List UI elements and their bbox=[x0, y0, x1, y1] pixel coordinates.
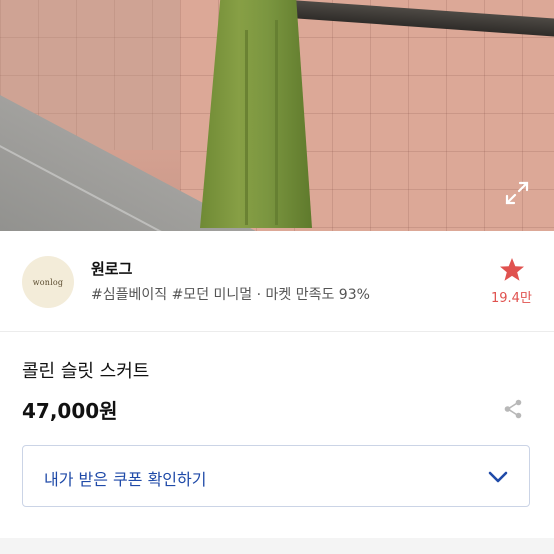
like-count: 19.4만 bbox=[491, 291, 532, 306]
skirt-fold bbox=[245, 30, 248, 225]
shop-name[interactable]: 원로그 bbox=[91, 258, 132, 279]
product-price: 47,000원 bbox=[22, 399, 118, 423]
coupon-label: 내가 받은 쿠폰 확인하기 bbox=[44, 470, 207, 489]
shop-info[interactable]: wonlog 원로그 #심플베이직 #모던 미니멀 · 마켓 만족도 93% bbox=[0, 231, 554, 332]
share-icon[interactable] bbox=[502, 398, 524, 420]
star-icon[interactable] bbox=[498, 256, 526, 284]
skirt-fold bbox=[275, 20, 278, 225]
shop-logo-text: wonlog bbox=[32, 277, 64, 287]
product-image[interactable] bbox=[0, 0, 554, 231]
section-divider bbox=[0, 538, 554, 554]
product-name: 콜린 슬릿 스커트 bbox=[22, 361, 150, 382]
shop-tags: #심플베이직 #모던 미니멀 · 마켓 만족도 93% bbox=[91, 287, 370, 303]
chevron-down-icon bbox=[488, 471, 508, 483]
shop-logo[interactable]: wonlog bbox=[22, 256, 74, 308]
coupon-button[interactable]: 내가 받은 쿠폰 확인하기 bbox=[22, 445, 530, 507]
expand-icon[interactable] bbox=[502, 178, 532, 208]
